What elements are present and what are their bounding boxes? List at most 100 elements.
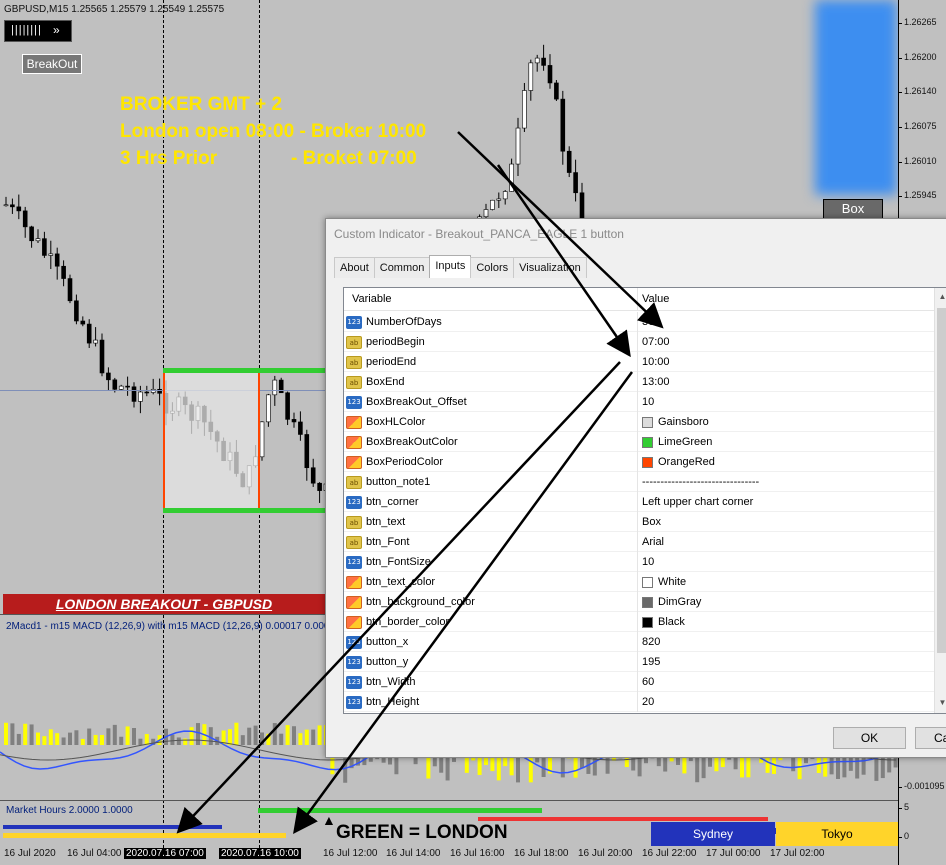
input-variable-name: btn_Width	[366, 676, 416, 688]
tab-common[interactable]: Common	[373, 257, 431, 278]
input-row[interactable]: 123 btn_FontSize 10	[344, 552, 934, 572]
input-value-text: Box	[642, 516, 661, 528]
input-row[interactable]: BoxHLColor Gainsboro	[344, 412, 934, 432]
candle-body	[112, 379, 118, 390]
time-tick: 16 Jul 14:00	[386, 848, 441, 859]
input-value-text: OrangeRed	[658, 456, 715, 468]
input-row[interactable]: 123 btn_corner Left upper chart corner	[344, 492, 934, 512]
input-row[interactable]: 123 btn_Width 60	[344, 672, 934, 692]
input-row[interactable]: 123 button_y 195	[344, 652, 934, 672]
input-row[interactable]: btn_background_color DimGray	[344, 592, 934, 612]
input-value[interactable]: Black	[638, 612, 934, 632]
input-row[interactable]: 123 BoxBreakOut_Offset 10	[344, 392, 934, 412]
input-value[interactable]: 10	[638, 392, 934, 412]
candle-body	[528, 62, 534, 91]
double-chevron-icon[interactable]: »	[53, 23, 60, 37]
column-value[interactable]: Value	[638, 288, 934, 310]
session-bar-newyork	[478, 817, 768, 821]
macd-bar	[23, 723, 28, 745]
input-row[interactable]: 123 btn_Height 20	[344, 692, 934, 712]
tab-about[interactable]: About	[334, 257, 375, 278]
macd-bar	[170, 734, 175, 745]
input-row[interactable]: ab btn_text Box	[344, 512, 934, 532]
input-value-text: 195	[642, 656, 661, 668]
input-value[interactable]: 13:00	[638, 372, 934, 392]
custom-indicator-dialog[interactable]: Custom Indicator - Breakout_PANCA_EAGLE …	[325, 218, 946, 758]
input-value[interactable]: DimGray	[638, 592, 934, 612]
macd-bar	[285, 725, 290, 745]
input-value[interactable]: 195	[638, 652, 934, 672]
breakout-levels	[163, 368, 328, 513]
input-row[interactable]: ab periodEnd 10:00	[344, 352, 934, 372]
market-hours-label: Market Hours 2.0000 1.0000	[6, 805, 133, 816]
grid-scrollbar[interactable]: ▲ ▼	[934, 288, 946, 713]
string-icon: ab	[346, 535, 362, 549]
candle-body	[560, 98, 566, 152]
candle-body	[61, 265, 66, 279]
green-london-note: GREEN = LONDON	[336, 822, 508, 843]
cancel-button[interactable]: Ca	[915, 727, 946, 749]
input-row[interactable]: ab button_note1 --------------------------…	[344, 472, 934, 492]
tab-visualization[interactable]: Visualization	[513, 257, 587, 278]
input-value[interactable]: LimeGreen	[638, 432, 934, 452]
macd-label: 2Macd1 - m15 MACD (12,26,9) with m15 MAC…	[6, 621, 341, 632]
input-row[interactable]: ab periodBegin 07:00	[344, 332, 934, 352]
input-variable: 123 button_y	[344, 652, 638, 672]
input-value[interactable]: 30	[638, 312, 934, 332]
input-row[interactable]: BoxPeriodColor OrangeRed	[344, 452, 934, 472]
tab-inputs[interactable]: Inputs	[429, 255, 472, 278]
scroll-down-icon[interactable]: ▼	[935, 694, 946, 711]
column-variable[interactable]: Variable	[344, 288, 638, 310]
color-icon	[346, 415, 362, 429]
input-value[interactable]: 07:00	[638, 332, 934, 352]
input-row[interactable]: 123 button_x 820	[344, 632, 934, 652]
input-value[interactable]: 20	[638, 692, 934, 712]
candle-body	[541, 57, 546, 66]
input-value-text: 10	[642, 556, 655, 568]
input-value[interactable]: White	[638, 572, 934, 592]
candle-body	[502, 191, 508, 200]
candle-body	[118, 385, 124, 390]
macd-bar	[42, 736, 47, 745]
input-row[interactable]: ab BoxEnd 13:00	[344, 372, 934, 392]
input-value-text: Gainsboro	[658, 416, 709, 428]
input-value[interactable]: Arial	[638, 532, 934, 552]
int-icon: 123	[346, 635, 362, 649]
macd-bar	[100, 734, 104, 745]
price-tick: 1.26200	[898, 52, 946, 62]
macd-bar	[29, 724, 34, 745]
input-value[interactable]: --------------------------------	[638, 472, 934, 492]
input-row[interactable]: btn_border_color Black	[344, 612, 934, 632]
input-row[interactable]: ab btn_Font Arial	[344, 532, 934, 552]
one-click-trading-panel[interactable]: |||||||| »	[4, 20, 72, 42]
input-value[interactable]: 60	[638, 672, 934, 692]
macd-bar	[61, 737, 66, 745]
input-value[interactable]: 10	[638, 552, 934, 572]
macd-bar	[266, 733, 271, 745]
box-button[interactable]: Box	[823, 199, 883, 219]
breakout-button[interactable]: BreakOut	[22, 54, 82, 74]
inputs-grid[interactable]: Variable Value 123 NumberOfDays 30 ab period…	[343, 287, 946, 714]
input-value[interactable]: Box	[638, 512, 934, 532]
tab-colors[interactable]: Colors	[470, 257, 515, 278]
input-value[interactable]: 10:00	[638, 352, 934, 372]
scroll-thumb[interactable]	[937, 308, 946, 653]
scroll-up-icon[interactable]: ▲	[935, 288, 946, 305]
color-icon	[346, 595, 362, 609]
input-row[interactable]: btn_text_color White	[344, 572, 934, 592]
ok-button[interactable]: OK	[833, 727, 906, 749]
input-variable-name: btn_border_color	[366, 616, 450, 628]
candle-body	[86, 323, 92, 344]
input-value[interactable]: 820	[638, 632, 934, 652]
candle-body	[48, 253, 54, 256]
input-value[interactable]: Left upper chart corner	[638, 492, 934, 512]
input-value[interactable]: Gainsboro	[638, 412, 934, 432]
input-variable-name: button_x	[366, 636, 409, 648]
input-row[interactable]: BoxBreakOutColor LimeGreen	[344, 432, 934, 452]
candle-body	[496, 198, 502, 201]
note-london-open: London open 08:00 - Broker 10:00	[120, 121, 427, 142]
input-variable-name: button_note1	[366, 476, 431, 488]
input-value-text: 820	[642, 636, 661, 648]
input-row[interactable]: 123 NumberOfDays 30	[344, 312, 934, 332]
input-value[interactable]: OrangeRed	[638, 452, 934, 472]
